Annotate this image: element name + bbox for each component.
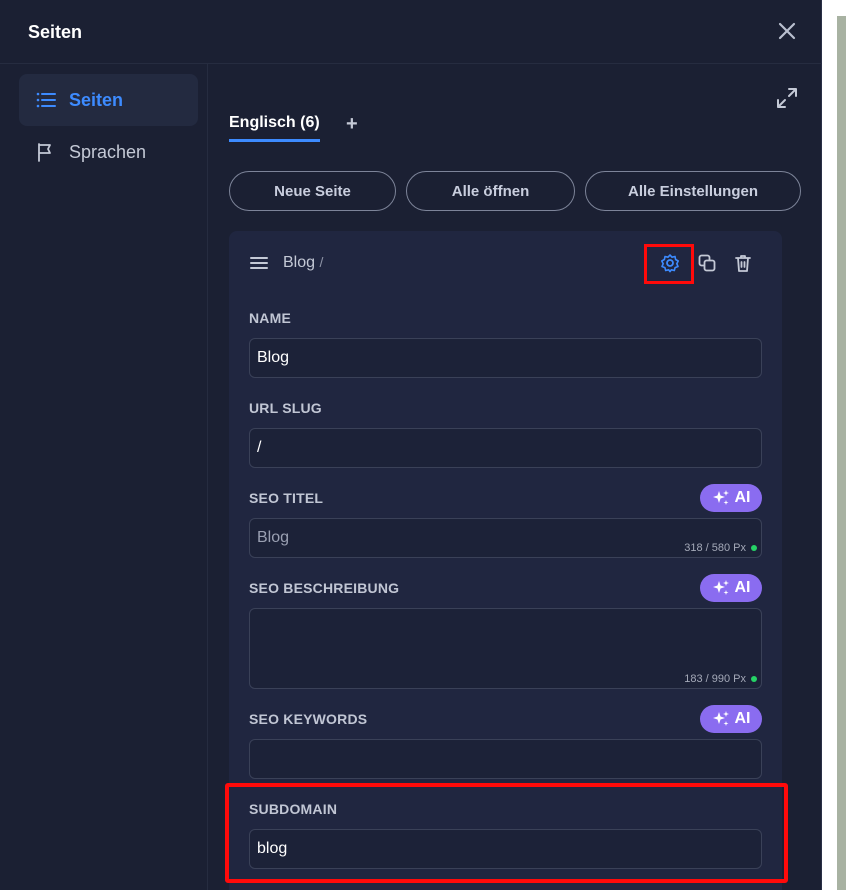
url-slug-field[interactable]: / bbox=[249, 428, 762, 468]
duplicate-button[interactable] bbox=[693, 249, 721, 277]
expand-icon[interactable] bbox=[775, 86, 799, 110]
page-card-header: Blog / bbox=[249, 253, 323, 273]
sidebar-item-label: Seiten bbox=[69, 89, 124, 110]
new-page-button[interactable]: Neue Seite bbox=[229, 171, 396, 211]
seo-title-value: Blog bbox=[257, 529, 290, 546]
copy-icon bbox=[698, 254, 716, 272]
flag-icon bbox=[38, 143, 51, 162]
counter-text: 183 / 990 Px bbox=[684, 673, 746, 685]
breadcrumb-slash: / bbox=[319, 254, 324, 270]
seo-description-counter: 183 / 990 Px bbox=[684, 673, 757, 685]
seo-keywords-field[interactable] bbox=[249, 739, 762, 779]
seo-keywords-ai-button[interactable]: AI bbox=[700, 705, 762, 733]
sidebar: Seiten Sprachen bbox=[0, 64, 208, 890]
pages-panel: Seiten Seiten Sprachen Englisch (6) + Ne… bbox=[0, 0, 822, 890]
open-all-button[interactable]: Alle öffnen bbox=[406, 171, 575, 211]
sidebar-item-seiten[interactable]: Seiten bbox=[19, 74, 198, 126]
seo-keywords-label: SEO KEYWORDS bbox=[249, 711, 368, 727]
ai-label: AI bbox=[734, 579, 751, 596]
close-icon[interactable] bbox=[776, 20, 798, 42]
add-language-button[interactable]: + bbox=[346, 113, 358, 136]
all-settings-button[interactable]: Alle Einstellungen bbox=[585, 171, 801, 211]
status-dot bbox=[751, 676, 757, 682]
panel-header: Seiten bbox=[0, 0, 822, 64]
list-icon bbox=[36, 92, 56, 108]
status-dot bbox=[751, 545, 757, 551]
breadcrumb: Blog / bbox=[283, 254, 323, 272]
delete-button[interactable] bbox=[729, 249, 757, 277]
sparkles-icon bbox=[712, 490, 729, 505]
seo-description-field[interactable]: 183 / 990 Px bbox=[249, 608, 762, 689]
url-slug-label: URL SLUG bbox=[249, 400, 322, 416]
tab-englisch[interactable]: Englisch (6) bbox=[229, 114, 320, 142]
seo-title-label: SEO TITEL bbox=[249, 490, 324, 506]
background-page-edge bbox=[822, 0, 846, 890]
ai-label: AI bbox=[734, 710, 751, 727]
subdomain-highlight-box bbox=[225, 783, 788, 883]
seo-description-label: SEO BESCHREIBUNG bbox=[249, 580, 400, 596]
sidebar-item-sprachen[interactable]: Sprachen bbox=[19, 126, 198, 178]
trash-icon bbox=[735, 255, 751, 272]
breadcrumb-page: Blog bbox=[283, 254, 316, 271]
settings-highlight-box bbox=[644, 244, 694, 284]
background-page-content bbox=[837, 16, 846, 890]
name-label: NAME bbox=[249, 310, 292, 326]
panel-title: Seiten bbox=[28, 22, 83, 42]
drag-handle-icon[interactable] bbox=[249, 253, 269, 273]
counter-text: 318 / 580 Px bbox=[684, 542, 746, 554]
name-field[interactable]: Blog bbox=[249, 338, 762, 378]
ai-label: AI bbox=[734, 489, 751, 506]
sidebar-item-label: Sprachen bbox=[69, 141, 147, 162]
main-content: Englisch (6) + Neue Seite Alle öffnen Al… bbox=[209, 64, 822, 890]
sparkles-icon bbox=[712, 580, 729, 595]
seo-description-ai-button[interactable]: AI bbox=[700, 574, 762, 602]
seo-title-field[interactable]: Blog 318 / 580 Px bbox=[249, 518, 762, 558]
seo-title-ai-button[interactable]: AI bbox=[700, 484, 762, 512]
seo-title-counter: 318 / 580 Px bbox=[684, 542, 757, 554]
sparkles-icon bbox=[712, 711, 729, 726]
